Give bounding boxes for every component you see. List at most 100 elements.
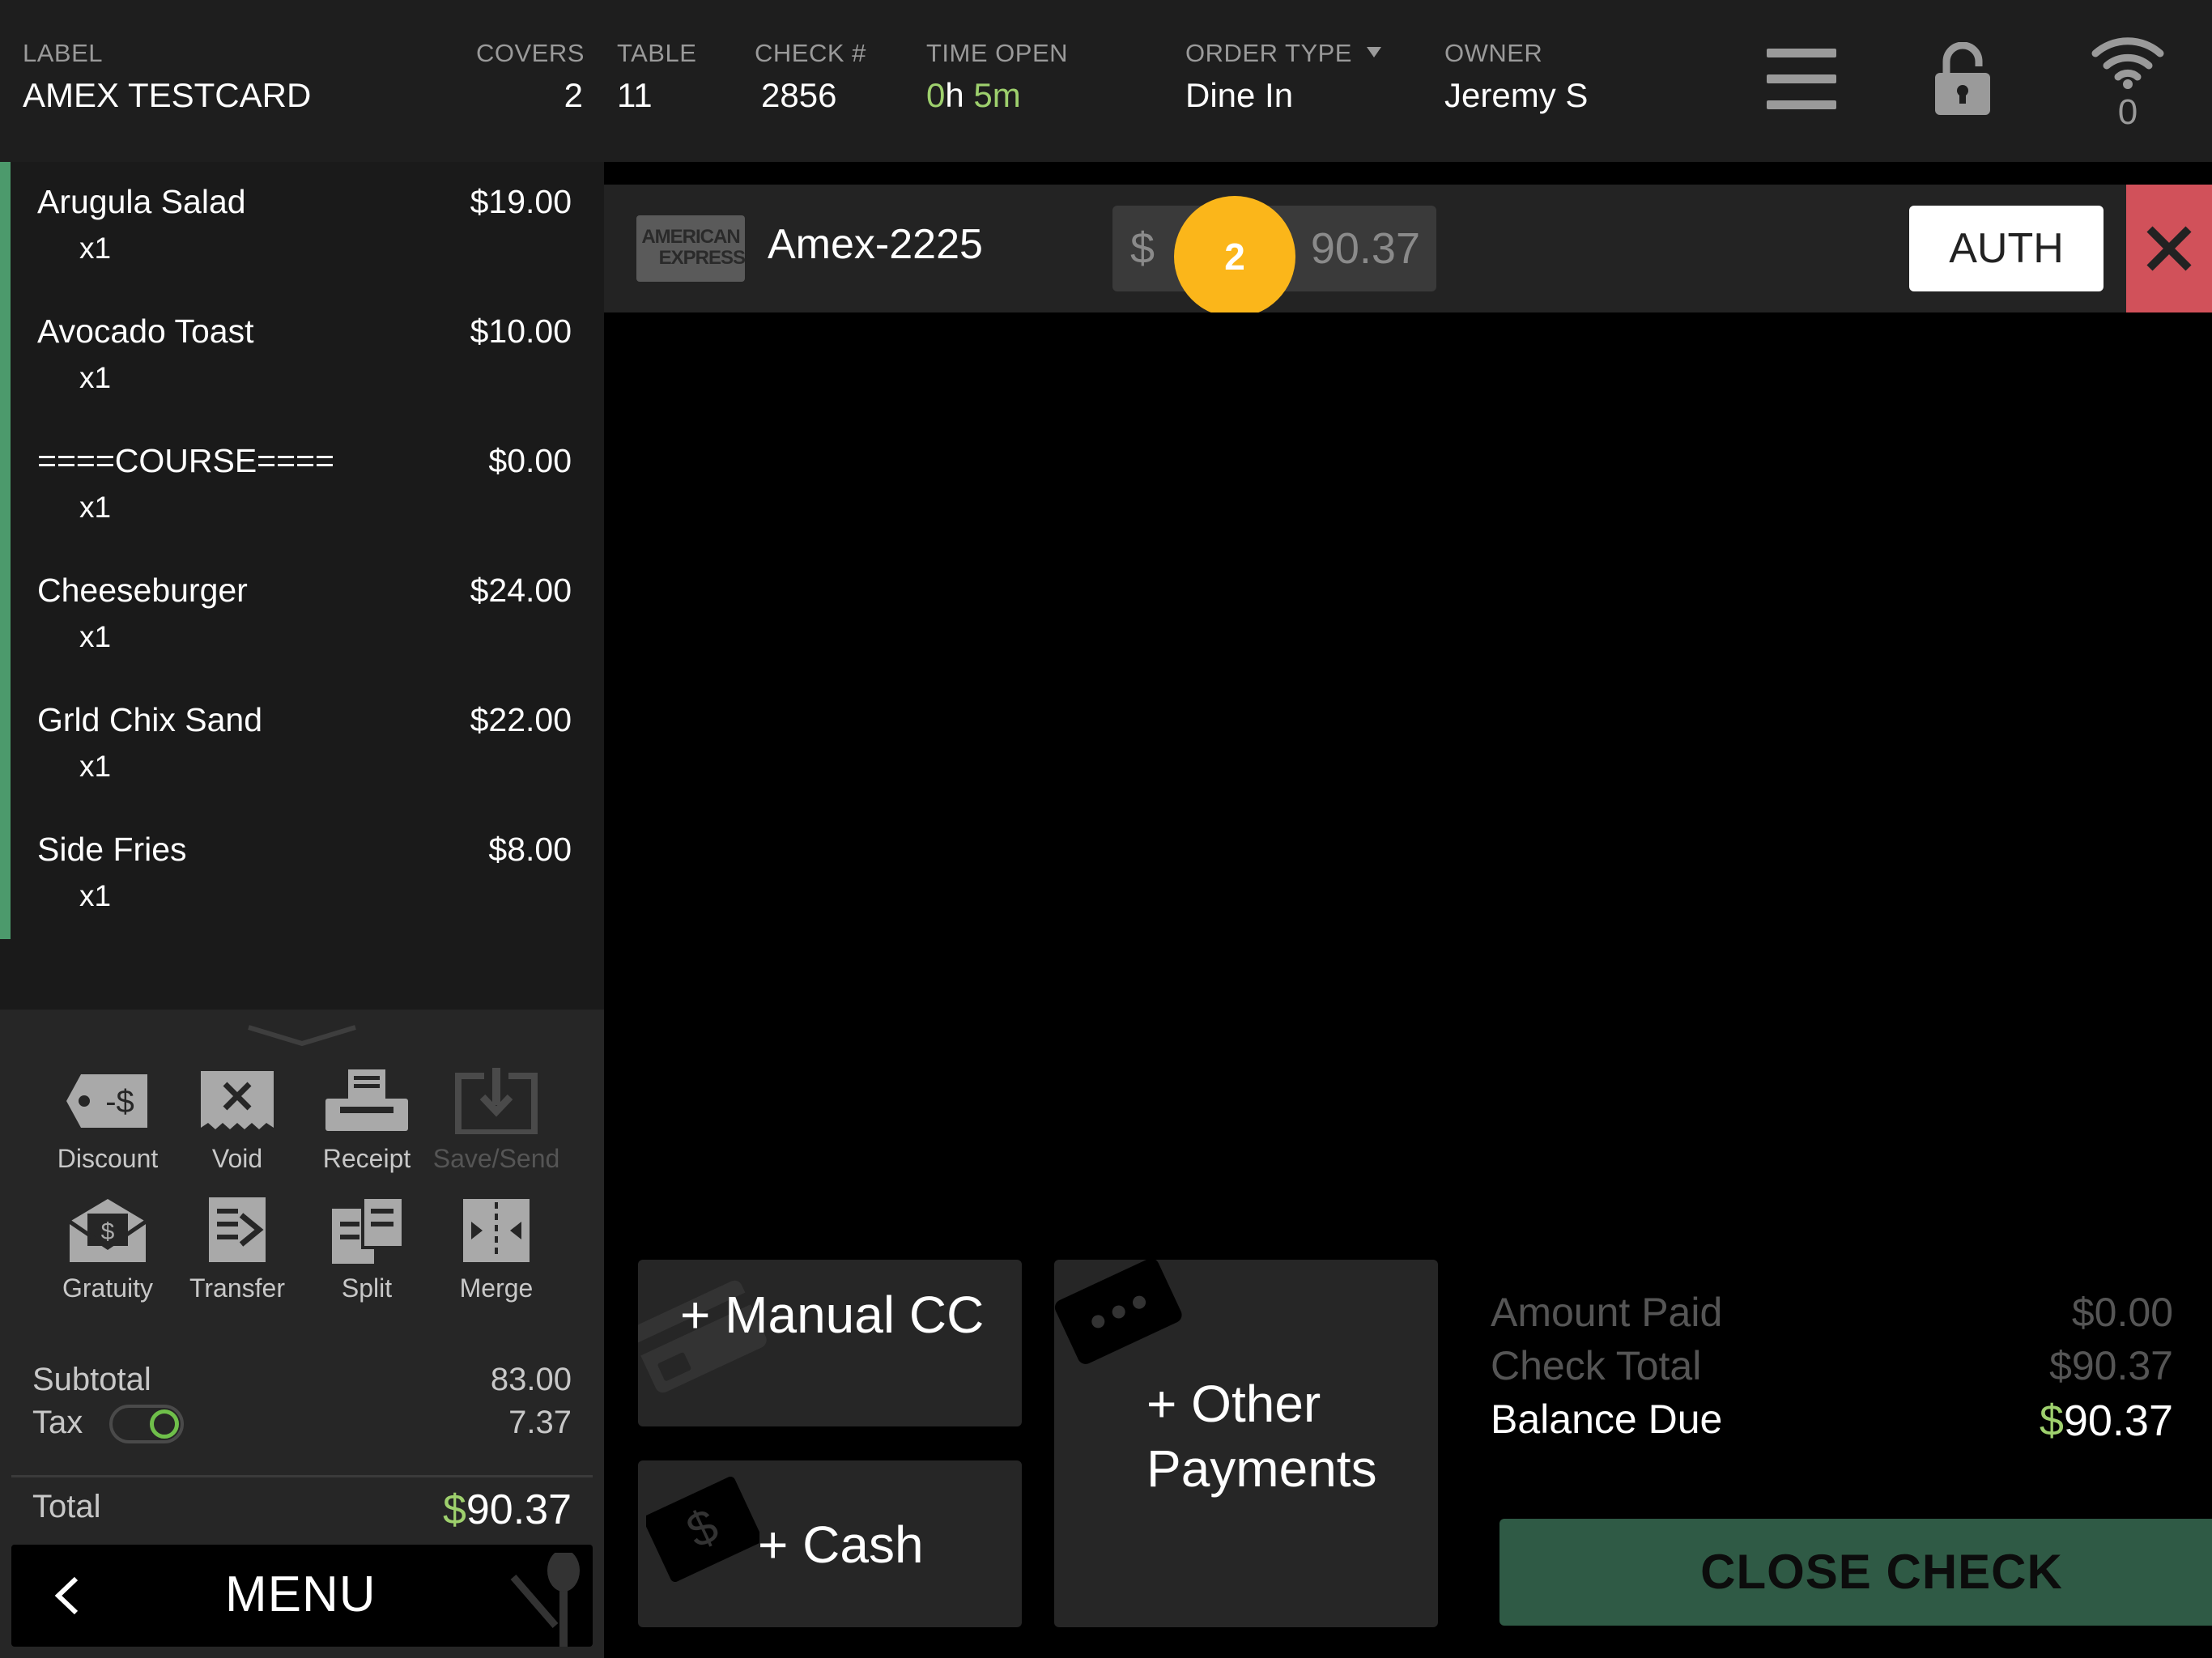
card-payment-row[interactable]: AMERICAN EXPRESS Amex-2225 $ 90.37 2 AUT…	[604, 185, 2212, 317]
discount-label: Discount	[57, 1144, 159, 1173]
void-label: Void	[211, 1144, 263, 1173]
transfer-button[interactable]: Transfer	[172, 1197, 302, 1303]
balance-due-value: $90.37	[2040, 1396, 2173, 1446]
other-payments-line1: + Other	[1146, 1375, 1321, 1433]
step-badge: 2	[1174, 196, 1295, 317]
remove-card-button[interactable]	[2126, 185, 2212, 312]
check-total-value: $90.37	[2049, 1343, 2173, 1388]
close-icon	[2145, 224, 2193, 273]
order-item[interactable]: Avocado Toast $10.00 x1	[0, 291, 604, 421]
save-send-icon	[452, 1068, 541, 1136]
time-h-unit: h	[945, 76, 974, 114]
manual-cc-button[interactable]: + Manual CC	[638, 1260, 1022, 1426]
item-price: $24.00	[470, 572, 572, 609]
time-hours: 0	[926, 76, 946, 114]
other-payments-line2: Payments	[1146, 1439, 1377, 1498]
order-item[interactable]: Arugula Salad $19.00 x1	[0, 162, 604, 291]
item-quantity: x1	[79, 879, 112, 912]
split-label: Split	[341, 1273, 393, 1303]
gratuity-button[interactable]: $ Gratuity	[43, 1197, 172, 1303]
close-check-button[interactable]: CLOSE CHECK	[1499, 1519, 2212, 1626]
order-item[interactable]: Cheeseburger $24.00 x1	[0, 551, 604, 680]
menu-label: MENU	[225, 1567, 376, 1622]
check-tools-panel: -$ Discount Void Receipt Save/Send $ Gra…	[0, 1010, 604, 1658]
cash-button[interactable]: $ + Cash	[638, 1460, 1022, 1627]
header-bar: LABEL AMEX TESTCARD COVERS 2 TABLE 11 CH…	[0, 0, 2212, 162]
order-item[interactable]: Grld Chix Sand $22.00 x1	[0, 680, 604, 810]
lock-icon[interactable]	[1933, 41, 1992, 117]
owner-value[interactable]: Jeremy S	[1444, 76, 1588, 115]
time-open-caption: TIME OPEN	[926, 39, 1069, 67]
receipt-button[interactable]: Receipt	[302, 1068, 432, 1174]
hamburger-icon[interactable]	[1767, 49, 1836, 110]
tax-value: 7.37	[508, 1405, 572, 1440]
total-label: Total	[32, 1489, 101, 1524]
item-name: Cheeseburger	[37, 572, 248, 609]
covers-value[interactable]: 2	[476, 76, 583, 115]
item-price: $0.00	[488, 442, 572, 479]
amount-currency: $	[1130, 224, 1155, 273]
table-caption: TABLE	[617, 39, 697, 67]
label-caption: LABEL	[23, 39, 104, 67]
table-value[interactable]: 11	[617, 76, 653, 115]
time-minutes: 5	[973, 76, 993, 114]
amount-paid-value: $0.00	[2071, 1290, 2173, 1335]
subtotal-value: 83.00	[490, 1362, 572, 1397]
split-icon	[322, 1196, 411, 1264]
svg-text:$: $	[101, 1218, 115, 1245]
total-amount: 90.37	[466, 1486, 572, 1533]
order-item[interactable]: Side Fries $8.00 x1	[0, 810, 604, 939]
chevron-left-icon	[52, 1575, 84, 1616]
item-quantity: x1	[79, 750, 112, 783]
item-price: $19.00	[470, 183, 572, 220]
merge-button[interactable]: Merge	[432, 1197, 561, 1303]
card-name: Amex-2225	[768, 221, 983, 268]
other-payments-label: + Other Payments	[1146, 1371, 1377, 1501]
gift-card-icon	[1054, 1260, 1189, 1373]
time-open-value: 0h 5m	[926, 76, 1021, 115]
order-type-value[interactable]: Dine In	[1185, 76, 1293, 115]
wifi-icon[interactable]	[2091, 32, 2165, 89]
void-receipt-icon	[193, 1068, 282, 1134]
item-name: Arugula Salad	[37, 183, 246, 220]
item-quantity: x1	[79, 620, 112, 653]
item-name: Avocado Toast	[37, 312, 254, 350]
transfer-label: Transfer	[189, 1273, 285, 1303]
tax-label: Tax	[32, 1405, 83, 1440]
discount-tag-icon: -$	[63, 1068, 152, 1134]
item-name: Grld Chix Sand	[37, 701, 263, 738]
void-button[interactable]: Void	[172, 1068, 302, 1174]
chevron-down-icon[interactable]	[245, 1024, 359, 1048]
time-m-unit: m	[992, 76, 1021, 114]
order-accent-bar	[0, 162, 11, 939]
split-button[interactable]: Split	[302, 1196, 432, 1303]
other-payments-button[interactable]: + Other Payments	[1054, 1260, 1438, 1627]
item-quantity: x1	[79, 491, 112, 524]
discount-button[interactable]: -$ Discount	[43, 1068, 172, 1174]
amount-paid-label: Amount Paid	[1491, 1290, 1723, 1335]
check-total-label: Check Total	[1491, 1343, 1702, 1388]
card-brand-line1: AMERICAN	[641, 226, 740, 248]
order-item[interactable]: ====COURSE==== $0.00 x1	[0, 421, 604, 551]
item-quantity: x1	[79, 361, 112, 394]
item-price: $22.00	[470, 701, 572, 738]
check-number-value: 2856	[761, 76, 837, 114]
check-label-value[interactable]: AMEX TESTCARD	[23, 76, 311, 115]
auth-button[interactable]: AUTH	[1909, 206, 2104, 291]
order-type-caption[interactable]: ORDER TYPE	[1185, 39, 1381, 68]
merge-icon	[452, 1197, 541, 1264]
gratuity-label: Gratuity	[62, 1273, 154, 1303]
wifi-count: 0	[2117, 92, 2138, 132]
order-type-caption-text: ORDER TYPE	[1185, 39, 1352, 67]
manual-cc-label: + Manual CC	[680, 1286, 985, 1344]
cash-icon: $	[643, 1476, 763, 1583]
printer-icon	[322, 1068, 411, 1134]
receipt-label: Receipt	[322, 1144, 411, 1173]
order-item-list[interactable]: Arugula Salad $19.00 x1 Avocado Toast $1…	[0, 162, 604, 1010]
tax-toggle[interactable]	[109, 1405, 184, 1443]
save-send-button[interactable]: Save/Send	[432, 1068, 561, 1174]
balance-due-label: Balance Due	[1491, 1397, 1723, 1442]
summary-divider	[11, 1475, 593, 1477]
menu-button[interactable]: MENU	[11, 1545, 593, 1647]
svg-text:-$: -$	[105, 1084, 134, 1120]
